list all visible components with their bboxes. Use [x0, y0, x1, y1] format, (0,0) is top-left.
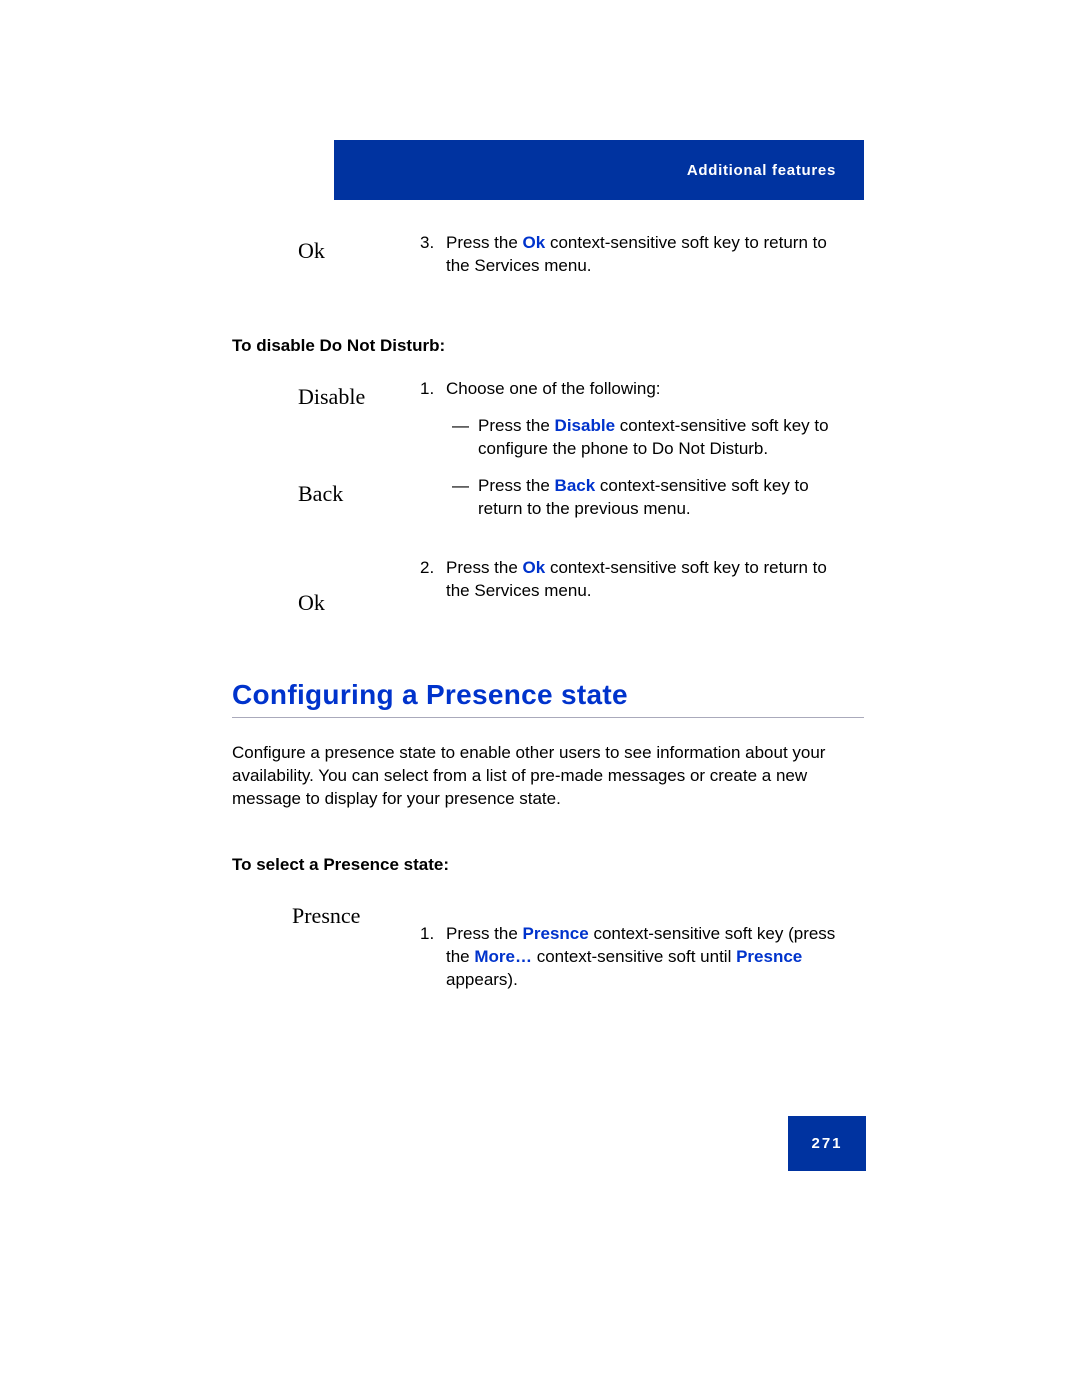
step-number: 1.	[420, 923, 446, 992]
softkey-label: Disable	[298, 380, 420, 413]
softkey-label: Presnce	[232, 897, 420, 932]
dash-icon: —	[452, 475, 478, 521]
dash-icon: —	[452, 415, 478, 461]
softkey-label: Back	[298, 477, 420, 510]
section-paragraph: Configure a presence state to enable oth…	[232, 742, 864, 811]
subheading-disable: To disable Do Not Disturb:	[232, 336, 864, 356]
softkey-label: Ok	[298, 586, 420, 619]
softkey-label: Ok	[232, 232, 420, 267]
document-page: Additional features Ok 3. Press the Ok c…	[232, 0, 866, 1397]
list-item: 1. Press the Presnce context-sensitive s…	[420, 923, 864, 992]
step-number: 2.	[420, 557, 446, 603]
step-row: Disable Back Ok 1. Choose one of the fol…	[232, 378, 864, 619]
key-disable: Disable	[555, 416, 615, 435]
key-back: Back	[555, 476, 596, 495]
page-number-box: 271	[788, 1116, 866, 1171]
list-item: 3. Press the Ok context-sensitive soft k…	[420, 232, 864, 278]
step-row: Ok 3. Press the Ok context-sensitive sof…	[232, 232, 864, 292]
list-subitem: — Press the Disable context-sensitive so…	[446, 415, 854, 461]
key-ok: Ok	[523, 233, 546, 252]
step-number: 1.	[420, 378, 446, 535]
list-subitem: — Press the Back context-sensitive soft …	[446, 475, 854, 521]
page-content: Ok 3. Press the Ok context-sensitive sof…	[232, 232, 864, 1016]
softkey-column: Disable Back Ok	[232, 378, 420, 619]
key-ok: Ok	[523, 558, 546, 577]
header-text: Additional features	[687, 162, 836, 179]
step-row: Presnce 1. Press the Presnce context-sen…	[232, 897, 864, 1006]
key-presnce: Presnce	[736, 947, 802, 966]
key-presnce: Presnce	[523, 924, 589, 943]
page-number: 271	[811, 1135, 842, 1152]
key-more: More…	[474, 947, 532, 966]
subheading-select: To select a Presence state:	[232, 855, 864, 875]
list-item: 1. Choose one of the following: — Press …	[420, 378, 864, 535]
list-item: 2. Press the Ok context-sensitive soft k…	[420, 557, 864, 603]
section-header: Additional features	[334, 140, 864, 200]
section-heading: Configuring a Presence state	[232, 679, 864, 718]
step-number: 3.	[420, 232, 446, 278]
